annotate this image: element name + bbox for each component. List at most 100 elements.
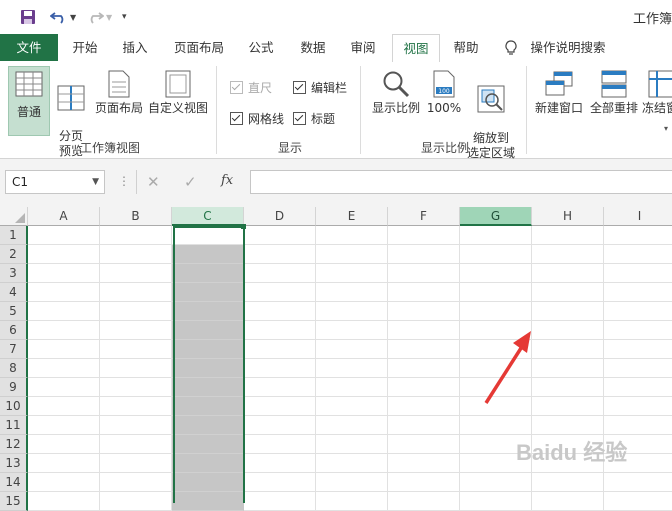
tab-insert[interactable]: 插入: [114, 34, 156, 61]
cell-D9[interactable]: [244, 378, 316, 397]
cell-D7[interactable]: [244, 340, 316, 359]
cell-C14[interactable]: [172, 473, 244, 492]
tell-me-search[interactable]: 操作说明搜索: [528, 34, 608, 61]
cell-A7[interactable]: [28, 340, 100, 359]
cell-H1[interactable]: [532, 226, 604, 245]
cell-C1[interactable]: [172, 226, 244, 245]
headings-checkbox[interactable]: 标题: [293, 110, 335, 127]
name-box-dropdown-icon[interactable]: ▼: [92, 171, 99, 193]
cell-D13[interactable]: [244, 454, 316, 473]
cell-G1[interactable]: [460, 226, 532, 245]
cell-E7[interactable]: [316, 340, 388, 359]
cell-H7[interactable]: [532, 340, 604, 359]
cell-I6[interactable]: [604, 321, 672, 340]
cell-E2[interactable]: [316, 245, 388, 264]
cell-B9[interactable]: [100, 378, 172, 397]
freeze-dropdown-icon[interactable]: ▾: [664, 124, 668, 133]
column-header-d[interactable]: D: [244, 207, 316, 226]
cell-C6[interactable]: [172, 321, 244, 340]
tab-data[interactable]: 数据: [292, 34, 334, 61]
cell-F4[interactable]: [388, 283, 460, 302]
zoom-button[interactable]: 显示比例: [370, 70, 422, 116]
cell-B2[interactable]: [100, 245, 172, 264]
enter-icon[interactable]: ✓: [184, 173, 197, 191]
cell-D8[interactable]: [244, 359, 316, 378]
row-header-11[interactable]: 11: [0, 416, 28, 435]
page-layout-button[interactable]: 页面布局: [93, 70, 145, 116]
cell-I3[interactable]: [604, 264, 672, 283]
cell-A11[interactable]: [28, 416, 100, 435]
cell-F1[interactable]: [388, 226, 460, 245]
cell-B11[interactable]: [100, 416, 172, 435]
column-header-h[interactable]: H: [532, 207, 604, 226]
cell-D1[interactable]: [244, 226, 316, 245]
cell-F13[interactable]: [388, 454, 460, 473]
cell-H3[interactable]: [532, 264, 604, 283]
cell-B4[interactable]: [100, 283, 172, 302]
cell-A13[interactable]: [28, 454, 100, 473]
cell-A2[interactable]: [28, 245, 100, 264]
cell-H10[interactable]: [532, 397, 604, 416]
cell-F6[interactable]: [388, 321, 460, 340]
cell-B13[interactable]: [100, 454, 172, 473]
cell-F2[interactable]: [388, 245, 460, 264]
column-header-a[interactable]: A: [28, 207, 100, 226]
cell-C10[interactable]: [172, 397, 244, 416]
cell-I7[interactable]: [604, 340, 672, 359]
fill-handle[interactable]: [241, 224, 246, 229]
cell-E11[interactable]: [316, 416, 388, 435]
cell-A1[interactable]: [28, 226, 100, 245]
cell-I9[interactable]: [604, 378, 672, 397]
cell-F11[interactable]: [388, 416, 460, 435]
cell-D10[interactable]: [244, 397, 316, 416]
row-header-13[interactable]: 13: [0, 454, 28, 473]
cell-I10[interactable]: [604, 397, 672, 416]
cell-I14[interactable]: [604, 473, 672, 492]
cell-C3[interactable]: [172, 264, 244, 283]
row-header-5[interactable]: 5: [0, 302, 28, 321]
cell-A10[interactable]: [28, 397, 100, 416]
row-header-14[interactable]: 14: [0, 473, 28, 492]
column-header-e[interactable]: E: [316, 207, 388, 226]
cell-D14[interactable]: [244, 473, 316, 492]
cell-E3[interactable]: [316, 264, 388, 283]
row-header-10[interactable]: 10: [0, 397, 28, 416]
cell-A6[interactable]: [28, 321, 100, 340]
tab-review[interactable]: 审阅: [342, 34, 384, 61]
freeze-panes-button[interactable]: 冻结窗: [642, 70, 672, 116]
cell-C8[interactable]: [172, 359, 244, 378]
cell-A5[interactable]: [28, 302, 100, 321]
formula-input[interactable]: [250, 170, 672, 194]
row-header-7[interactable]: 7: [0, 340, 28, 359]
cell-I11[interactable]: [604, 416, 672, 435]
tab-page-layout[interactable]: 页面布局: [168, 34, 230, 61]
insert-function-icon[interactable]: fx: [221, 173, 233, 188]
cell-F10[interactable]: [388, 397, 460, 416]
cell-E10[interactable]: [316, 397, 388, 416]
cell-D4[interactable]: [244, 283, 316, 302]
cell-A3[interactable]: [28, 264, 100, 283]
column-header-g[interactable]: G: [460, 207, 532, 226]
custom-views-button[interactable]: 自定义视图: [146, 70, 210, 116]
row-header-4[interactable]: 4: [0, 283, 28, 302]
cell-F7[interactable]: [388, 340, 460, 359]
formula-bar-checkbox[interactable]: 编辑栏: [293, 79, 347, 96]
cell-H8[interactable]: [532, 359, 604, 378]
cell-E8[interactable]: [316, 359, 388, 378]
cell-C15[interactable]: [172, 492, 244, 511]
column-header-f[interactable]: F: [388, 207, 460, 226]
cell-A14[interactable]: [28, 473, 100, 492]
row-header-2[interactable]: 2: [0, 245, 28, 264]
cell-B10[interactable]: [100, 397, 172, 416]
cell-G5[interactable]: [460, 302, 532, 321]
cell-H2[interactable]: [532, 245, 604, 264]
cell-E13[interactable]: [316, 454, 388, 473]
cell-A8[interactable]: [28, 359, 100, 378]
cell-I1[interactable]: [604, 226, 672, 245]
tab-file[interactable]: 文件: [0, 34, 58, 61]
normal-view-button[interactable]: 普通: [8, 66, 50, 136]
cell-G14[interactable]: [460, 473, 532, 492]
cell-B3[interactable]: [100, 264, 172, 283]
cell-B6[interactable]: [100, 321, 172, 340]
cancel-icon[interactable]: ✕: [147, 173, 160, 191]
